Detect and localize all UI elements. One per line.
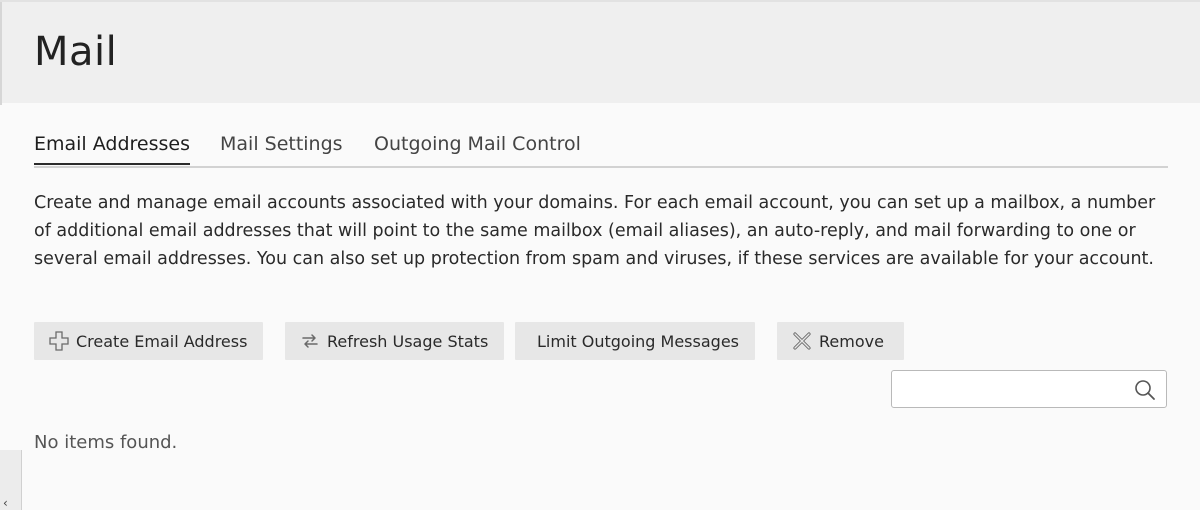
refresh-usage-stats-button[interactable]: Refresh Usage Stats (285, 322, 504, 360)
refresh-icon (299, 330, 321, 352)
search-box (891, 370, 1167, 408)
page-title: Mail (34, 29, 118, 75)
sidebar-toggle[interactable]: ‹ (0, 450, 22, 510)
remove-button[interactable]: Remove (777, 322, 904, 360)
refresh-usage-stats-label: Refresh Usage Stats (327, 331, 489, 351)
create-email-address-label: Create Email Address (76, 331, 248, 351)
tab-outgoing-mail-control[interactable]: Outgoing Mail Control (374, 133, 581, 163)
page-header: Mail (0, 0, 1200, 105)
tab-bar: Email Addresses Mail Settings Outgoing M… (34, 130, 1168, 168)
search-icon[interactable] (1133, 378, 1157, 402)
page-description: Create and manage email accounts associa… (34, 193, 1156, 269)
tab-email-addresses[interactable]: Email Addresses (34, 133, 191, 165)
remove-label: Remove (819, 331, 884, 351)
chevron-left-icon: ‹ (3, 496, 8, 510)
create-email-address-button[interactable]: Create Email Address (34, 322, 263, 360)
search-input[interactable] (900, 377, 1124, 403)
plus-icon (48, 330, 70, 352)
limit-outgoing-messages-label: Limit Outgoing Messages (537, 331, 739, 351)
tab-mail-settings[interactable]: Mail Settings (220, 133, 343, 163)
empty-list-message: No items found. (34, 432, 178, 453)
left-edge-divider (0, 2, 2, 105)
remove-icon (791, 330, 813, 352)
limit-outgoing-messages-button[interactable]: Limit Outgoing Messages (515, 322, 755, 360)
